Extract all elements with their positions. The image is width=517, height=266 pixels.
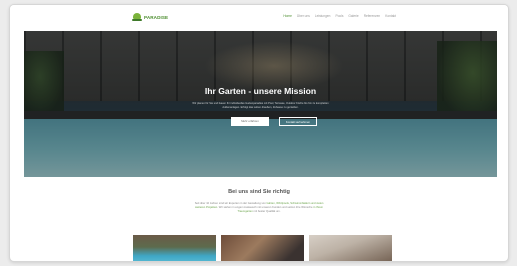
palm-logo-icon: [132, 13, 142, 22]
intro-text-part: mit bester Qualität um.: [252, 210, 281, 214]
nav-item-contact[interactable]: Kontakt: [385, 14, 396, 18]
hero-title: Ihr Garten - unsere Mission: [204, 86, 317, 96]
nav-item-pools[interactable]: Pools: [335, 14, 343, 18]
main-nav: Home Über uns Leistungen Pools Galerie R…: [283, 14, 396, 18]
hero-subtitle: Wir planen für Sie und bauen Ihr individ…: [192, 102, 329, 109]
browser-window: PARADISE Home Über uns Leistungen Pools …: [9, 4, 509, 262]
site-logo[interactable]: PARADISE: [132, 13, 168, 22]
gallery-image-garden[interactable]: [221, 235, 304, 261]
more-info-button[interactable]: Mehr erfahren: [231, 117, 269, 126]
contact-button[interactable]: Kontakt aufnehmen: [279, 117, 317, 126]
nav-item-about[interactable]: Über uns: [297, 14, 310, 18]
nav-item-references[interactable]: Referenzen: [364, 14, 380, 18]
logo-text: PARADISE: [144, 15, 169, 20]
hero-section: Ihr Garten - unsere Mission Wir planen f…: [24, 31, 497, 177]
site-header: PARADISE Home Über uns Leistungen Pools …: [10, 5, 508, 29]
nav-item-gallery[interactable]: Galerie: [348, 14, 358, 18]
intro-title: Bei uns sind Sie richtig: [228, 189, 290, 195]
intro-text-part: . Wir stehen in engem Austausch mit unse…: [217, 206, 314, 210]
gallery-image-pool[interactable]: [133, 235, 216, 261]
gallery-image-interior[interactable]: [309, 235, 392, 261]
intro-text: Seit über 10 Jahren sind wir Experten in…: [192, 202, 326, 215]
nav-item-home[interactable]: Home: [283, 14, 292, 18]
intro-text-part: Seit über 10 Jahren sind wir Experten in…: [194, 202, 267, 205]
nav-item-services[interactable]: Leistungen: [315, 14, 331, 18]
